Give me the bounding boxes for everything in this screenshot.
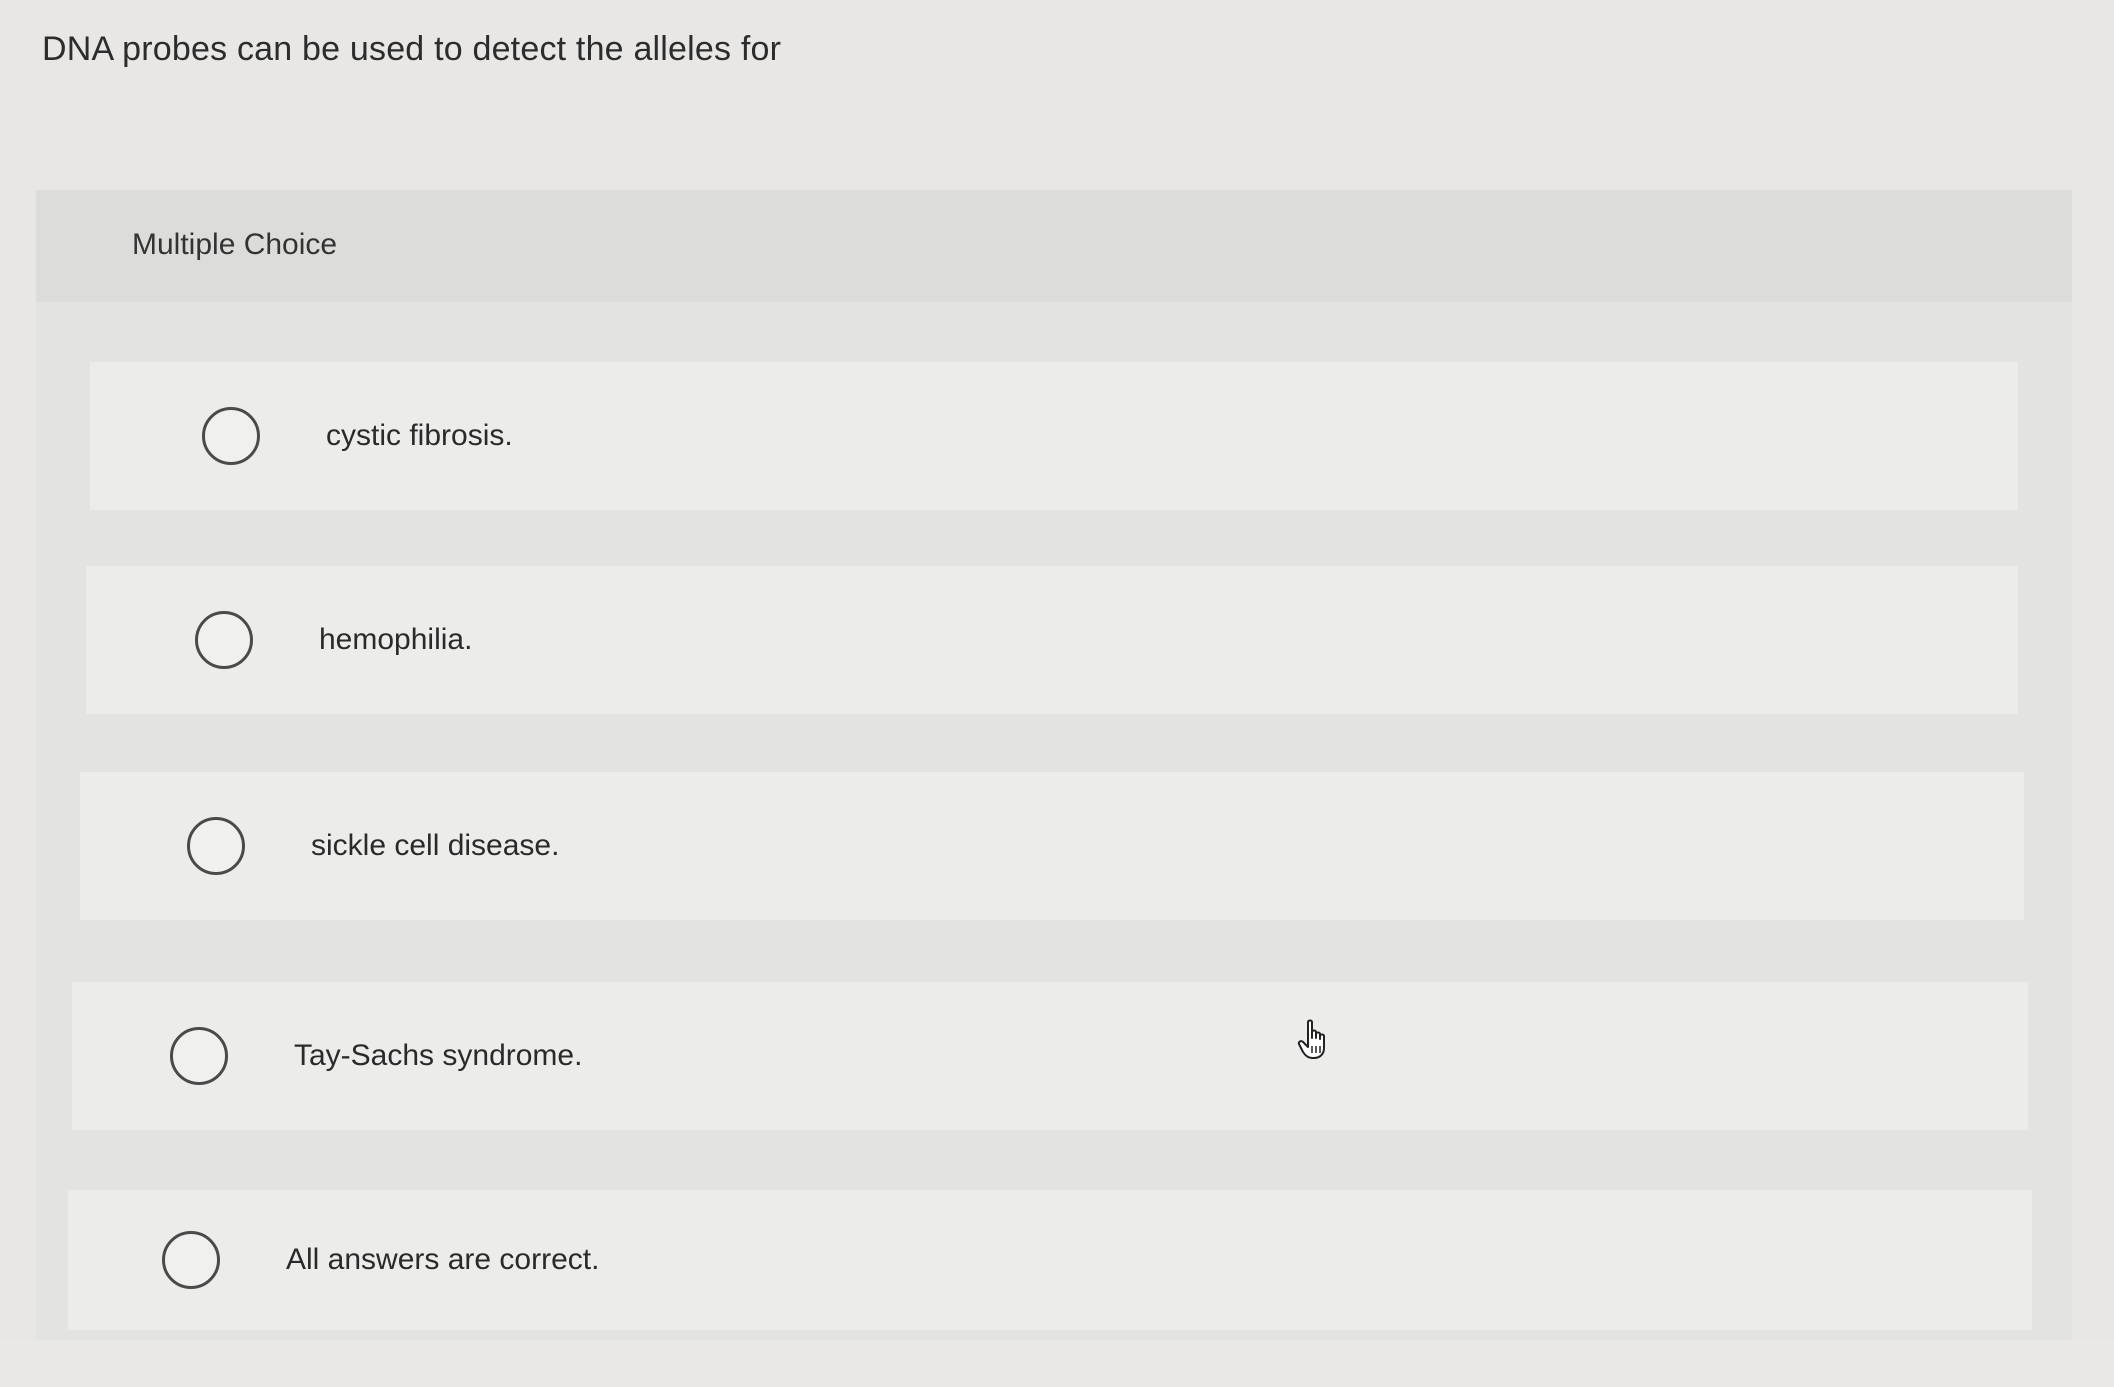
option-label: All answers are correct. bbox=[286, 1243, 600, 1276]
option-all-answers-correct[interactable]: All answers are correct. bbox=[68, 1190, 2032, 1330]
option-cystic-fibrosis[interactable]: cystic fibrosis. bbox=[90, 362, 2018, 510]
question-text: DNA probes can be used to detect the all… bbox=[42, 30, 782, 68]
radio-button[interactable] bbox=[195, 611, 253, 669]
option-label: Tay-Sachs syndrome. bbox=[294, 1039, 583, 1072]
panel-header: Multiple Choice bbox=[36, 190, 2072, 302]
option-hemophilia[interactable]: hemophilia. bbox=[86, 566, 2018, 714]
multiple-choice-panel: Multiple Choice cystic fibrosis. hemophi… bbox=[36, 190, 2072, 1340]
hand-pointer-icon bbox=[1297, 1019, 1325, 1059]
option-label: hemophilia. bbox=[319, 623, 473, 656]
radio-button[interactable] bbox=[187, 817, 245, 875]
multiple-choice-label: Multiple Choice bbox=[132, 228, 338, 261]
radio-button[interactable] bbox=[170, 1027, 228, 1085]
option-label: cystic fibrosis. bbox=[326, 419, 513, 452]
bottom-strip bbox=[0, 1340, 2114, 1387]
radio-button[interactable] bbox=[162, 1231, 220, 1289]
option-tay-sachs-syndrome[interactable]: Tay-Sachs syndrome. bbox=[72, 982, 2028, 1130]
radio-button[interactable] bbox=[202, 407, 260, 465]
option-sickle-cell-disease[interactable]: sickle cell disease. bbox=[80, 772, 2024, 920]
option-label: sickle cell disease. bbox=[311, 829, 560, 862]
